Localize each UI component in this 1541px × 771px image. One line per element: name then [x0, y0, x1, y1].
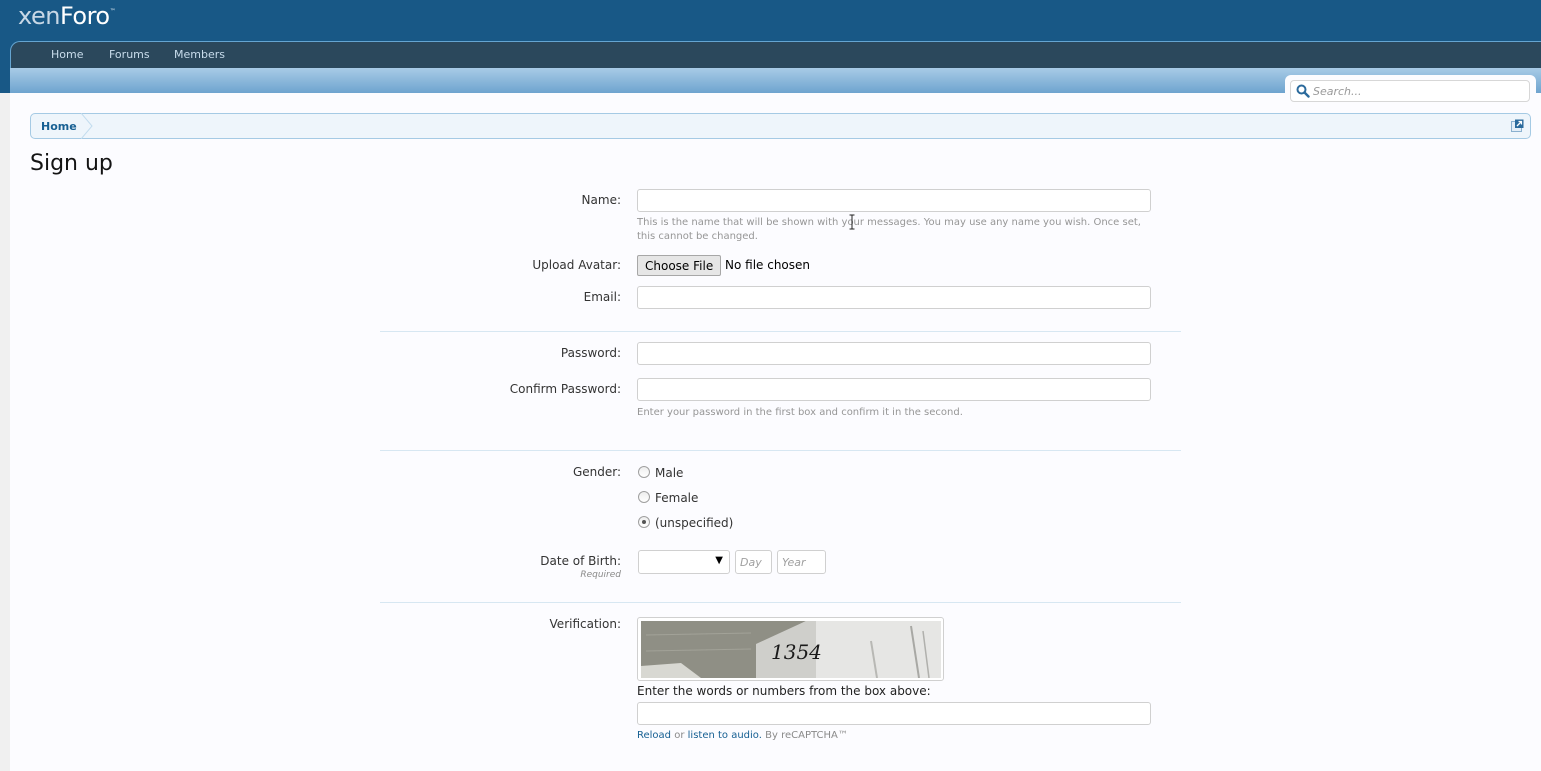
gender-option-female[interactable]: Female — [638, 491, 698, 505]
captcha-prompt: Enter the words or numbers from the box … — [637, 684, 931, 698]
dob-required-hint: Required — [580, 570, 621, 580]
name-explain: This is the name that will be shown with… — [637, 217, 1141, 242]
search-input[interactable] — [1313, 83, 1523, 99]
dob-month-select[interactable]: ▼ — [638, 550, 730, 574]
xenforo-logo[interactable]: xenForo™ — [18, 2, 116, 30]
gender-option-male[interactable]: Male — [638, 466, 683, 480]
radio-female[interactable] — [638, 491, 650, 503]
search-field[interactable] — [1290, 80, 1530, 102]
logo-text-bold: Foro — [59, 2, 110, 30]
captcha-reload-link[interactable]: Reload — [637, 730, 671, 741]
radio-male[interactable] — [638, 466, 650, 478]
breadcrumb-separator-icon — [81, 113, 93, 139]
password-input[interactable] — [637, 342, 1151, 365]
nav-tab-home[interactable]: Home — [51, 48, 83, 61]
breadcrumb-home[interactable]: Home — [41, 120, 77, 133]
captcha-image: 1354 — [641, 621, 941, 678]
breadcrumb: Home — [30, 113, 1531, 139]
logo-trademark: ™ — [109, 8, 116, 15]
recaptcha-credit: By reCAPTCHA™ — [765, 730, 848, 741]
radio-label: (unspecified) — [655, 516, 734, 530]
page-title: Sign up — [30, 151, 113, 176]
captcha-audio-link[interactable]: listen to audio. — [688, 730, 762, 741]
gender-label: Gender: — [572, 465, 621, 479]
dob-year-input[interactable] — [777, 550, 826, 574]
choose-file-button[interactable]: Choose File — [637, 255, 722, 276]
text-cursor-icon — [849, 214, 855, 230]
email-label: Email: — [583, 290, 621, 304]
name-input[interactable] — [637, 189, 1151, 212]
password-explain: Enter your password in the first box and… — [637, 407, 963, 418]
captcha-or-text: or — [674, 730, 685, 741]
jump-to-page-icon[interactable] — [1511, 119, 1524, 132]
dob-day-input[interactable] — [735, 550, 772, 574]
radio-label: Female — [655, 491, 699, 505]
captcha-text: 1354 — [771, 640, 822, 664]
radio-unspecified[interactable] — [638, 516, 650, 528]
section-divider — [380, 450, 1181, 451]
section-divider — [380, 602, 1181, 603]
nav-tab-members[interactable]: Members — [174, 48, 225, 61]
main-navigation: Home Forums Members — [10, 41, 1541, 68]
file-status: No file chosen — [725, 258, 811, 272]
dropdown-caret-icon: ▼ — [715, 555, 723, 566]
captcha-links: Reload or listen to audio. By reCAPTCHA™ — [637, 730, 848, 741]
captcha-input[interactable] — [637, 702, 1151, 725]
dob-label: Date of Birth: — [540, 554, 621, 568]
verification-label: Verification: — [549, 617, 621, 631]
gender-option-unspecified[interactable]: (unspecified) — [638, 516, 733, 530]
confirm-password-input[interactable] — [637, 378, 1151, 401]
name-label: Name: — [581, 193, 621, 207]
nav-tab-forums[interactable]: Forums — [109, 48, 150, 61]
email-input[interactable] — [637, 286, 1151, 309]
radio-label: Male — [655, 466, 684, 480]
search-icon — [1296, 84, 1310, 98]
avatar-label: Upload Avatar: — [532, 258, 621, 272]
section-divider — [380, 331, 1181, 332]
confirm-password-label: Confirm Password: — [509, 382, 621, 396]
logo-text-light: xen — [18, 2, 60, 30]
captcha-frame: 1354 — [637, 617, 944, 681]
password-label: Password: — [560, 346, 621, 360]
